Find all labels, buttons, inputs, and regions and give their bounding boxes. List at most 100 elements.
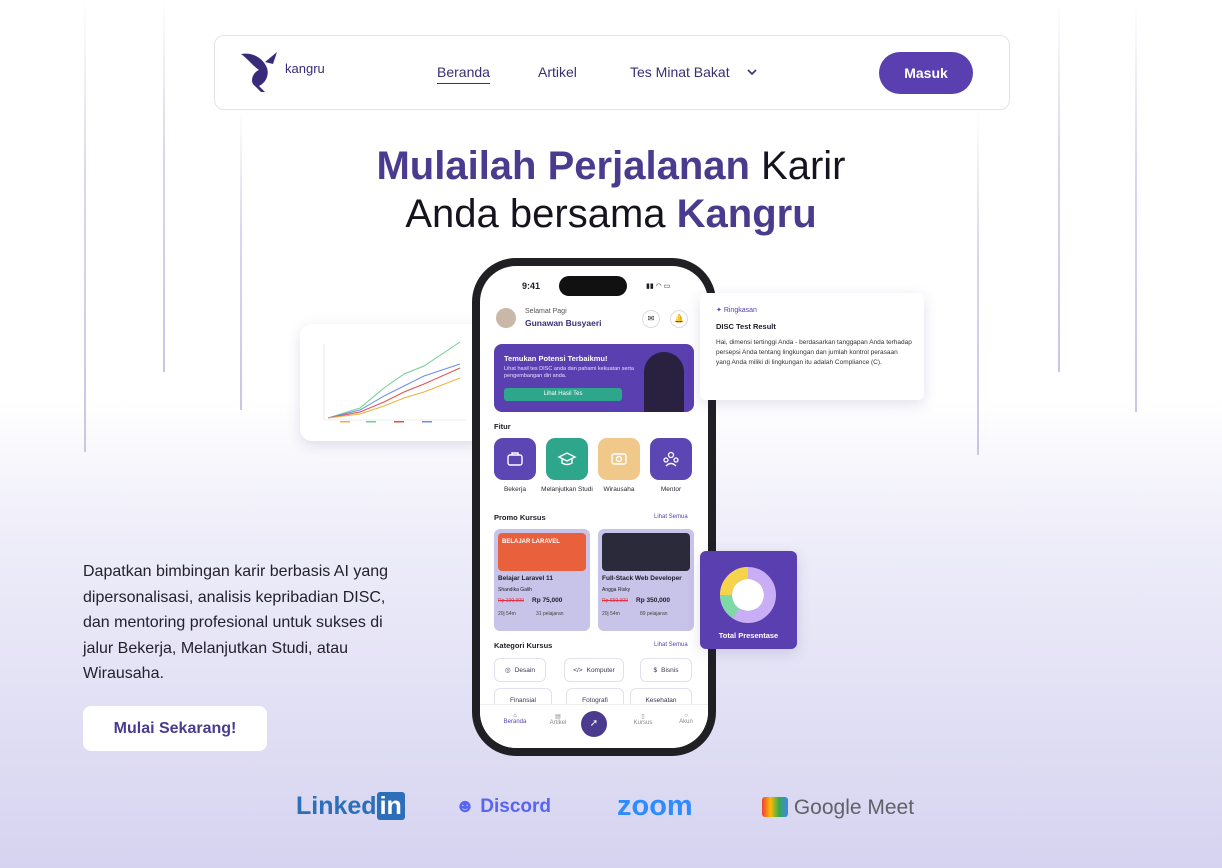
magic-wand-icon: ✦: [716, 307, 724, 314]
nav-link-tes-minat-bakat[interactable]: Tes Minat Bakat: [630, 64, 730, 80]
hero-title: Mulailah Perjalanan Karir Anda bersama K…: [0, 142, 1222, 238]
summary-tag: ✦ Ringkasan: [716, 306, 757, 314]
promo-banner: Temukan Potensi Terbaikmu! Lihat hasil t…: [494, 344, 694, 412]
nav-link-beranda[interactable]: Beranda: [437, 64, 490, 84]
feature-mentor-button[interactable]: [650, 438, 692, 480]
course-lessons: 89 pelajaran: [640, 611, 668, 617]
course-card[interactable]: Full-Stack Web Developer Angga Risky Rp …: [598, 529, 694, 631]
category-desain[interactable]: ◎ Desain: [494, 658, 546, 682]
category-label: Bisnis: [661, 666, 679, 674]
tab-label: Beranda: [503, 719, 527, 725]
line-chart-graphic: [323, 341, 466, 423]
top-navbar: kangru Beranda Artikel Tes Minat Bakat M…: [214, 35, 1010, 110]
briefcase-icon: [507, 452, 523, 466]
course-lessons: 31 pelajaran: [536, 611, 564, 617]
course-price: Rp 350,000: [636, 597, 670, 604]
book-icon: ▯: [641, 714, 645, 720]
hero-description: Dapatkan bimbingan karir berbasis AI yan…: [83, 563, 389, 682]
tab-beranda[interactable]: ⌂ Beranda: [500, 713, 530, 725]
hero-title-part4: Kangru: [676, 192, 817, 236]
google-meet-icon: [762, 797, 788, 817]
see-all-link[interactable]: Lihat Semua: [654, 514, 688, 520]
features-title: Fitur: [494, 422, 511, 431]
dynamic-island: [559, 276, 627, 296]
banner-title: Temukan Potensi Terbaikmu!: [504, 354, 608, 363]
category-label: Fotografi: [582, 696, 608, 704]
feature-wirausaha-button[interactable]: [598, 438, 640, 480]
course-author: Shandika Galih: [498, 587, 532, 593]
logo-text: kangru: [285, 61, 325, 76]
discord-icon: ☻: [455, 796, 475, 817]
tab-label: Akun: [679, 719, 693, 725]
money-icon: [611, 453, 627, 465]
banner-button[interactable]: Lihat Hasil Tes: [504, 388, 622, 401]
hero-title-part1: Mulailah Perjalanan: [376, 144, 750, 188]
summary-tag-label: Ringkasan: [723, 307, 757, 314]
nav-link-artikel[interactable]: Artikel: [538, 64, 577, 80]
category-komputer[interactable]: </> Komputer: [564, 658, 624, 682]
banner-text: Lihat hasil tes DISC anda dan pahami kek…: [504, 366, 634, 379]
category-label: Desain: [514, 666, 535, 674]
course-title: Belajar Laravel 11: [498, 575, 553, 582]
linkedin-logo: Linked in: [296, 792, 405, 821]
feature-bekerja-button[interactable]: [494, 438, 536, 480]
bell-icon[interactable]: 🔔: [670, 310, 688, 328]
tab-artikel[interactable]: ▤ Artikel: [543, 713, 573, 726]
course-duration: 20j 54m: [602, 611, 620, 617]
disc-summary-card: ✦ Ringkasan DISC Test Result Hai, dimens…: [700, 293, 924, 400]
course-old-price: Rp 650,000: [602, 598, 628, 604]
tab-label: Kursus: [633, 720, 653, 726]
kangru-logo[interactable]: kangru: [239, 48, 339, 98]
palette-icon: ◎: [505, 667, 511, 674]
donut-chart-graphic: [720, 567, 776, 623]
course-price: Rp 75,000: [532, 597, 563, 604]
feature-label: Melanjutkan Studi: [541, 486, 593, 493]
feature-label: Mentor: [660, 486, 682, 493]
hero-title-part2: Karir: [749, 144, 846, 188]
tab-label: Artikel: [549, 720, 567, 726]
google-meet-logo: Google Meet: [762, 796, 914, 820]
course-old-price: Rp 100,000: [498, 598, 524, 604]
feature-studi-button[interactable]: [546, 438, 588, 480]
category-bisnis[interactable]: $ Bisnis: [640, 658, 692, 682]
article-icon: ▤: [555, 714, 561, 720]
category-title: Kategori Kursus: [494, 641, 553, 650]
status-time: 9:41: [522, 281, 541, 291]
hero-title-part3: Anda bersama: [405, 192, 677, 236]
phone-screen: 9:41 ▮▮ ◠ ▭ Selamat Pagi Gunawan Busyaer…: [480, 266, 708, 748]
tab-akun[interactable]: ○ Akun: [671, 713, 701, 725]
category-label: Komputer: [586, 666, 615, 674]
greeting-text: Selamat Pagi: [525, 308, 567, 315]
course-duration: 20j 54m: [498, 611, 516, 617]
feature-label: Wirausaha: [603, 486, 635, 493]
bottom-tab-bar: ⌂ Beranda ▤ Artikel ➚ ▯ Kursus ○ Akun: [480, 704, 708, 748]
line-chart-card: [300, 324, 486, 441]
dollar-icon: $: [653, 666, 658, 674]
tab-kursus[interactable]: ▯ Kursus: [628, 713, 658, 726]
course-thumbnail: BELAJAR LARAVEL: [498, 533, 586, 571]
category-label: Kesehatan: [645, 696, 677, 704]
course-author: Angga Risky: [602, 587, 631, 593]
chevron-down-icon[interactable]: [745, 65, 759, 79]
promo-title: Promo Kursus: [494, 513, 546, 522]
summary-text: Hai, dimensi tertinggi Anda - berdasarka…: [716, 339, 912, 366]
center-logo-button[interactable]: ➚: [581, 711, 607, 737]
summary-title: DISC Test Result: [716, 322, 776, 331]
mail-icon[interactable]: ✉: [642, 310, 660, 328]
course-card[interactable]: BELAJAR LARAVEL Belajar Laravel 11 Shand…: [494, 529, 590, 631]
course-thumbnail: [602, 533, 690, 571]
user-name: Gunawan Busyaeri: [525, 318, 602, 328]
avatar[interactable]: [496, 308, 516, 328]
phone-mockup: 9:41 ▮▮ ◠ ▭ Selamat Pagi Gunawan Busyaer…: [472, 258, 716, 756]
graduation-cap-icon: [557, 452, 577, 466]
zoom-logo: zoom: [617, 790, 693, 822]
discord-logo: ☻ Discord: [455, 796, 552, 817]
donut-chart-card: Total Presentase: [700, 551, 797, 649]
login-button[interactable]: Masuk: [879, 52, 973, 94]
start-now-button[interactable]: Mulai Sekarang!: [83, 706, 267, 751]
people-icon: [663, 451, 679, 467]
category-label: Finansial: [509, 696, 536, 704]
banner-person-image: [644, 352, 684, 412]
feature-label: Bekerja: [503, 486, 527, 493]
see-all-link[interactable]: Lihat Semua: [654, 642, 688, 648]
